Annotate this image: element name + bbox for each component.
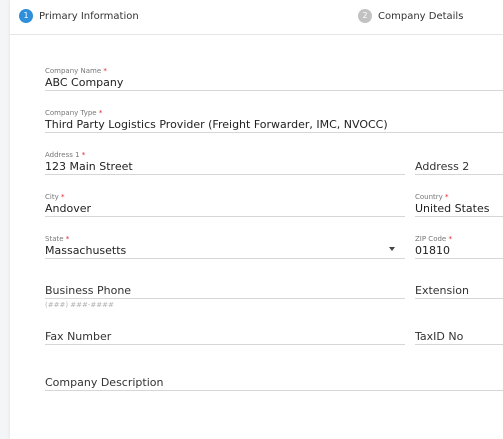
company-name-value: ABC Company xyxy=(45,76,124,89)
required-marker: * xyxy=(65,235,70,243)
step-label: Primary Information xyxy=(39,10,139,22)
step-company-details[interactable]: 2 Company Details xyxy=(358,9,463,23)
company-description-placeholder: Company Description xyxy=(45,376,164,389)
extension-placeholder: Extension xyxy=(415,284,470,297)
state-select[interactable]: State * Massachusetts xyxy=(45,235,405,259)
business-phone-hint: (###) ###-#### xyxy=(45,301,114,309)
zip-value: 01810 xyxy=(415,244,450,257)
state-value: Massachusetts xyxy=(45,244,127,257)
country-field[interactable]: Country * United States xyxy=(415,193,503,217)
required-marker: * xyxy=(81,151,86,159)
required-marker: * xyxy=(103,67,107,75)
company-type-label: Company Type * xyxy=(45,109,103,117)
taxid-placeholder: TaxID No xyxy=(415,330,464,343)
company-description-field[interactable]: Company Description xyxy=(45,368,503,391)
step-primary-information[interactable]: 1 Primary Information xyxy=(19,9,139,23)
chevron-down-icon[interactable] xyxy=(389,247,395,251)
step-label: Company Details xyxy=(378,10,464,22)
state-label: State * xyxy=(45,235,70,243)
address2-placeholder: Address 2 xyxy=(415,160,470,173)
company-type-field[interactable]: Company Type * Third Party Logistics Pro… xyxy=(45,109,503,133)
taxid-field[interactable]: TaxID No xyxy=(415,322,503,345)
fax-number-placeholder: Fax Number xyxy=(45,330,112,343)
city-label: City * xyxy=(45,193,65,201)
address2-field[interactable]: Address 2 xyxy=(415,152,503,175)
required-marker: * xyxy=(448,235,452,243)
business-phone-field[interactable]: Business Phone (###) ###-#### xyxy=(45,276,405,309)
city-value: Andover xyxy=(45,202,92,215)
zip-field[interactable]: ZIP Code * 01810 xyxy=(415,235,503,259)
country-label: Country * xyxy=(415,193,449,201)
zip-label: ZIP Code * xyxy=(415,235,452,243)
required-marker: * xyxy=(60,193,65,201)
step-number-badge: 2 xyxy=(358,9,372,23)
required-marker: * xyxy=(445,193,449,201)
business-phone-placeholder: Business Phone xyxy=(45,284,132,297)
address1-label: Address 1 * xyxy=(45,151,86,159)
city-field[interactable]: City * Andover xyxy=(45,193,405,217)
stepper: 1 Primary Information 2 Company Details xyxy=(10,0,503,35)
step-number-badge: 1 xyxy=(19,9,33,23)
company-type-value: Third Party Logistics Provider (Freight … xyxy=(45,118,388,131)
extension-field[interactable]: Extension xyxy=(415,276,503,299)
company-name-field[interactable]: Company Name * ABC Company xyxy=(45,67,503,91)
country-value: United States xyxy=(415,202,490,215)
fax-number-field[interactable]: Fax Number xyxy=(45,322,405,345)
form-panel: 1 Primary Information 2 Company Details … xyxy=(10,0,503,439)
company-name-label: Company Name * xyxy=(45,67,107,75)
address1-field[interactable]: Address 1 * 123 Main Street xyxy=(45,151,405,175)
required-marker: * xyxy=(98,109,103,117)
address1-value: 123 Main Street xyxy=(45,160,133,173)
